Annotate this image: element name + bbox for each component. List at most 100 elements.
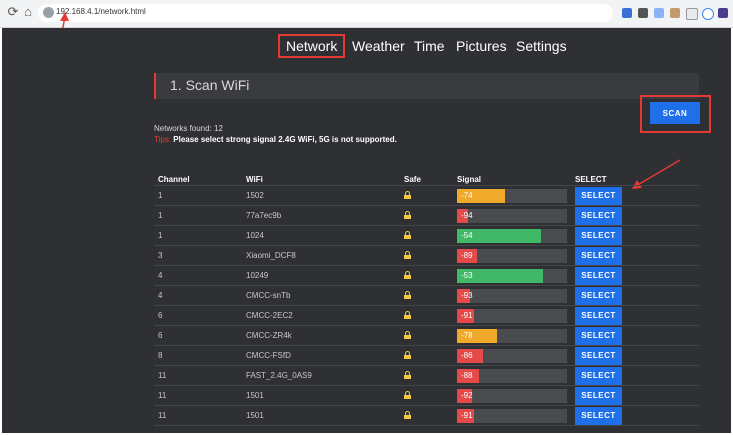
header-safe: Safe bbox=[400, 174, 453, 186]
wifi-name-cell: 1502 bbox=[242, 185, 400, 206]
select-cell: SELECT bbox=[571, 385, 699, 406]
wifi-name-cell: Xiaomi_DCF8 bbox=[242, 245, 400, 266]
nav-settings[interactable]: Settings bbox=[516, 36, 567, 56]
signal-cell: -91 bbox=[453, 305, 571, 326]
lock-icon bbox=[404, 210, 411, 219]
signal-cell: -91 bbox=[453, 405, 571, 426]
extension-icon[interactable] bbox=[718, 8, 728, 18]
select-cell: SELECT bbox=[571, 405, 699, 426]
safe-cell bbox=[400, 405, 453, 426]
extension-icon[interactable] bbox=[654, 8, 664, 18]
channel-cell: 1 bbox=[154, 185, 242, 206]
channel-cell: 1 bbox=[154, 205, 242, 226]
scan-button[interactable]: SCAN bbox=[650, 102, 700, 124]
channel-cell: 3 bbox=[154, 245, 242, 266]
nav-time[interactable]: Time bbox=[414, 36, 445, 56]
nav-pictures[interactable]: Pictures bbox=[456, 36, 507, 56]
extension-icon[interactable] bbox=[622, 8, 632, 18]
extension-icon[interactable] bbox=[686, 8, 698, 20]
select-button[interactable]: SELECT bbox=[575, 186, 622, 205]
table-row: 3 Xiaomi_DCF8 -89 SELECT bbox=[154, 245, 699, 266]
signal-value: -94 bbox=[457, 208, 473, 223]
table-row: 1 77a7ec9b -94 SELECT bbox=[154, 205, 699, 226]
signal-bar: -91 bbox=[457, 408, 567, 423]
signal-cell: -94 bbox=[453, 205, 571, 226]
address-bar[interactable]: 192.168.4.1/network.html bbox=[38, 4, 613, 22]
select-cell: SELECT bbox=[571, 245, 699, 266]
channel-cell: 8 bbox=[154, 345, 242, 366]
signal-cell: -78 bbox=[453, 325, 571, 346]
channel-cell: 6 bbox=[154, 305, 242, 326]
select-button[interactable]: SELECT bbox=[575, 286, 622, 305]
safe-cell bbox=[400, 205, 453, 226]
signal-bar: -88 bbox=[457, 368, 567, 383]
safe-cell bbox=[400, 345, 453, 366]
table-row: 4 CMCC-snTb -93 SELECT bbox=[154, 285, 699, 306]
wifi-name-cell: CMCC-ZR4k bbox=[242, 325, 400, 346]
select-cell: SELECT bbox=[571, 225, 699, 246]
nav-weather[interactable]: Weather bbox=[352, 36, 405, 56]
safe-cell bbox=[400, 385, 453, 406]
header-select: SELECT bbox=[571, 174, 699, 186]
select-button[interactable]: SELECT bbox=[575, 386, 622, 405]
signal-bar: -74 bbox=[457, 188, 567, 203]
table-header-row: Channel WiFi Safe Signal SELECT bbox=[154, 174, 699, 186]
safe-cell bbox=[400, 305, 453, 326]
extension-icon[interactable] bbox=[638, 8, 648, 18]
select-button[interactable]: SELECT bbox=[575, 366, 622, 385]
signal-cell: -86 bbox=[453, 345, 571, 366]
reload-icon[interactable]: ⟳ bbox=[6, 5, 20, 19]
signal-value: -74 bbox=[457, 188, 505, 203]
header-channel: Channel bbox=[154, 174, 242, 186]
lock-icon bbox=[404, 410, 411, 419]
select-button[interactable]: SELECT bbox=[575, 306, 622, 325]
tips-label: Tips: bbox=[154, 135, 172, 144]
tips-line: Tips: Please select strong signal 2.4G W… bbox=[154, 135, 397, 144]
page-content: Network Weather Time Pictures Settings 1… bbox=[2, 28, 731, 433]
signal-bar: -91 bbox=[457, 308, 567, 323]
lock-icon bbox=[404, 310, 411, 319]
signal-value: -91 bbox=[457, 408, 474, 423]
header-wifi: WiFi bbox=[242, 174, 400, 186]
signal-value: -53 bbox=[457, 268, 543, 283]
extension-icon[interactable] bbox=[670, 8, 680, 18]
channel-cell: 4 bbox=[154, 285, 242, 306]
browser-toolbar: ⟳ ⌂ 192.168.4.1/network.html bbox=[0, 0, 733, 28]
wifi-name-cell: CMCC-FSfD bbox=[242, 345, 400, 366]
home-icon[interactable]: ⌂ bbox=[21, 5, 35, 19]
wifi-name-cell: 77a7ec9b bbox=[242, 205, 400, 226]
safe-cell bbox=[400, 225, 453, 246]
nav-network[interactable]: Network bbox=[278, 34, 346, 58]
signal-cell: -74 bbox=[453, 185, 571, 206]
select-button[interactable]: SELECT bbox=[575, 406, 622, 425]
channel-cell: 6 bbox=[154, 325, 242, 346]
signal-value: -78 bbox=[457, 328, 497, 343]
wifi-name-cell: 1024 bbox=[242, 225, 400, 246]
safe-cell bbox=[400, 365, 453, 386]
signal-bar: -54 bbox=[457, 228, 567, 243]
select-button[interactable]: SELECT bbox=[575, 206, 622, 225]
signal-cell: -92 bbox=[453, 385, 571, 406]
lock-icon bbox=[404, 330, 411, 339]
table-row: 11 1501 -91 SELECT bbox=[154, 405, 699, 426]
channel-cell: 11 bbox=[154, 385, 242, 406]
select-cell: SELECT bbox=[571, 185, 699, 206]
select-cell: SELECT bbox=[571, 305, 699, 326]
lock-icon bbox=[404, 290, 411, 299]
extension-icon[interactable] bbox=[702, 8, 714, 20]
header-signal: Signal bbox=[453, 174, 571, 186]
lock-icon bbox=[404, 250, 411, 259]
select-button[interactable]: SELECT bbox=[575, 326, 622, 345]
section-header: 1. Scan WiFi bbox=[154, 73, 699, 99]
networks-found: Networks found: 12 bbox=[154, 124, 223, 133]
wifi-name-cell: FAST_2.4G_0AS9 bbox=[242, 365, 400, 386]
table-row: 8 CMCC-FSfD -86 SELECT bbox=[154, 345, 699, 366]
select-button[interactable]: SELECT bbox=[575, 226, 622, 245]
signal-cell: -88 bbox=[453, 365, 571, 386]
signal-bar: -92 bbox=[457, 388, 567, 403]
select-button[interactable]: SELECT bbox=[575, 346, 622, 365]
signal-bar: -94 bbox=[457, 208, 567, 223]
signal-value: -86 bbox=[457, 348, 483, 363]
select-button[interactable]: SELECT bbox=[575, 246, 622, 265]
select-button[interactable]: SELECT bbox=[575, 266, 622, 285]
